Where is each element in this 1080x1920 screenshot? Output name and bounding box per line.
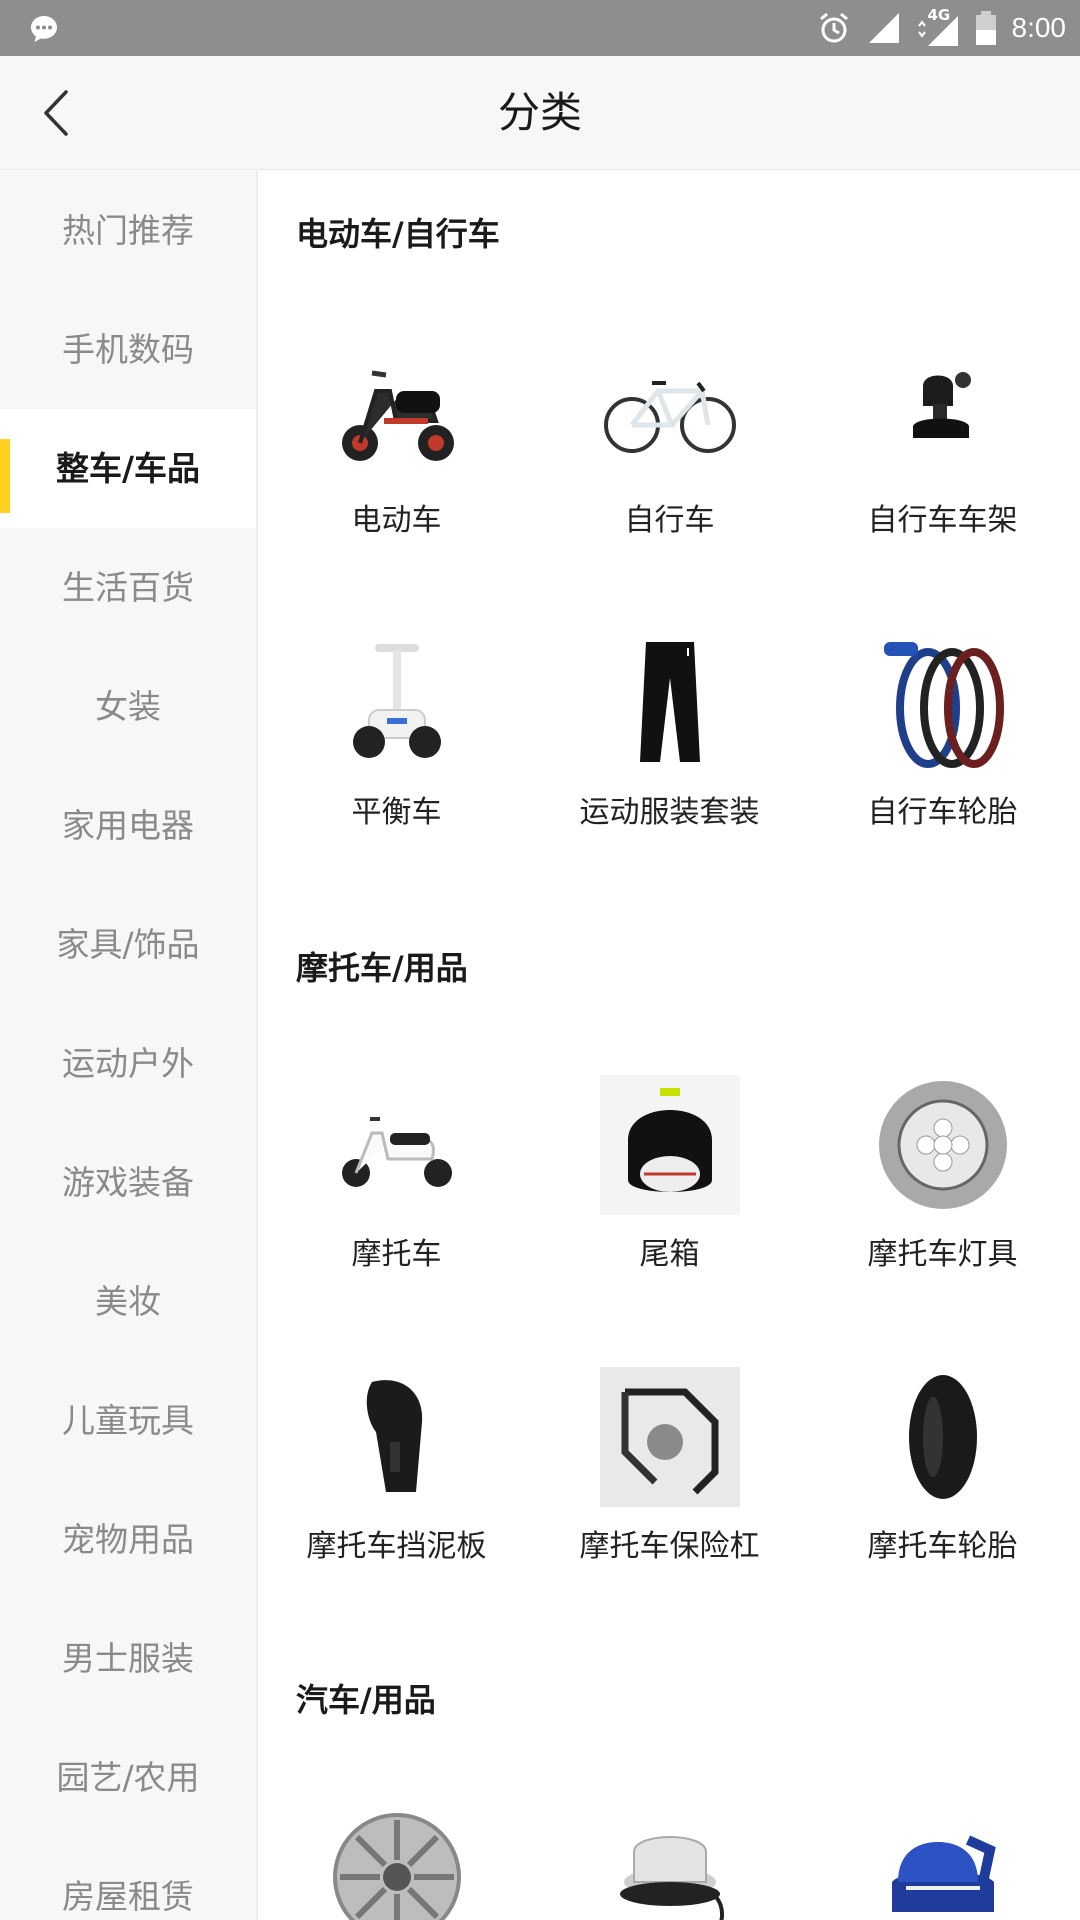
sidebar-item-garden[interactable]: 园艺/农用 bbox=[0, 1718, 256, 1837]
section-title: 汽车/用品 bbox=[296, 1681, 436, 1719]
page-title: 分类 bbox=[497, 88, 582, 137]
balance-scooter-icon bbox=[327, 633, 467, 773]
sidebar-item-pets[interactable]: 宠物用品 bbox=[0, 1480, 256, 1599]
category-item-label: 摩托车挡泥板 bbox=[306, 1529, 487, 1564]
category-item[interactable]: 摩托车轮胎 bbox=[806, 1367, 1079, 1565]
sidebar-item-phones[interactable]: 手机数码 bbox=[0, 290, 256, 409]
sidebar-item-rental[interactable]: 房屋租赁 bbox=[0, 1837, 256, 1920]
message-notification-icon bbox=[28, 13, 58, 43]
sport-pants-icon bbox=[600, 633, 740, 773]
sidebar-item-furniture[interactable]: 家具/饰品 bbox=[0, 885, 256, 1004]
category-item-label: 运动服装套装 bbox=[579, 795, 760, 830]
nav-header: 分类 bbox=[0, 56, 1080, 170]
category-item-label: 摩托车灯具 bbox=[867, 1237, 1018, 1272]
booster-seat-icon bbox=[873, 1807, 1013, 1920]
warning-light-icon bbox=[600, 1807, 740, 1920]
category-item[interactable] bbox=[533, 1807, 806, 1920]
sidebar-item-women[interactable]: 女装 bbox=[0, 647, 256, 766]
category-item[interactable]: 摩托车挡泥板 bbox=[260, 1367, 533, 1565]
category-item-label: 电动车 bbox=[351, 503, 442, 538]
active-indicator bbox=[0, 439, 10, 513]
category-item[interactable]: 电动车 bbox=[260, 341, 533, 539]
category-item[interactable]: 自行车车架 bbox=[806, 341, 1079, 539]
category-item-label: 摩托车 bbox=[351, 1237, 442, 1272]
motorcycle-tire-icon bbox=[873, 1367, 1013, 1507]
sidebar-item-daily[interactable]: 生活百货 bbox=[0, 528, 256, 647]
alarm-icon bbox=[816, 10, 852, 46]
sidebar-item-appliances[interactable]: 家用电器 bbox=[0, 766, 256, 885]
sidebar-item-hot[interactable]: 热门推荐 bbox=[0, 171, 256, 290]
network-type: 4G bbox=[927, 6, 951, 24]
category-item[interactable]: 平衡车 bbox=[260, 633, 533, 831]
bicycle-icon bbox=[600, 341, 740, 481]
category-item-label: 自行车轮胎 bbox=[867, 795, 1018, 830]
network-4g-icon: 4G bbox=[916, 6, 960, 48]
status-bar: 4G 8:00 bbox=[0, 0, 1080, 56]
mudguard-icon bbox=[327, 1367, 467, 1507]
category-item[interactable]: 摩托车保险杠 bbox=[533, 1367, 806, 1565]
category-item[interactable]: 自行车 bbox=[533, 341, 806, 539]
motorcycle-light-icon bbox=[873, 1075, 1013, 1215]
category-content: 电动车/自行车 电动车 自行车 自行车车架 平衡车 运动服装套装 自行车轮胎 摩… bbox=[260, 171, 1080, 1920]
battery-icon bbox=[974, 10, 998, 46]
category-item-label: 尾箱 bbox=[639, 1237, 700, 1272]
hubcap-icon bbox=[327, 1807, 467, 1920]
signal-icon bbox=[866, 10, 902, 46]
electric-scooter-icon bbox=[327, 341, 467, 481]
top-case-icon bbox=[599, 1075, 740, 1215]
category-item[interactable]: 摩托车灯具 bbox=[806, 1075, 1079, 1273]
category-item-label: 摩托车轮胎 bbox=[867, 1529, 1018, 1564]
motor-scooter-icon bbox=[327, 1075, 467, 1215]
category-item[interactable] bbox=[260, 1807, 533, 1920]
section-title: 摩托车/用品 bbox=[296, 949, 468, 987]
category-item-label: 自行车车架 bbox=[867, 503, 1018, 538]
category-item[interactable]: 运动服装套装 bbox=[533, 633, 806, 831]
sidebar-item-label: 整车/车品 bbox=[55, 449, 201, 488]
category-item-label: 平衡车 bbox=[351, 795, 442, 830]
category-item[interactable]: 自行车轮胎 bbox=[806, 633, 1079, 831]
category-item-label: 自行车 bbox=[624, 503, 715, 538]
category-item[interactable] bbox=[806, 1807, 1079, 1920]
category-sidebar: 热门推荐 手机数码 整车/车品 生活百货 女装 家用电器 家具/饰品 运动户外 … bbox=[0, 171, 258, 1920]
bumper-bar-icon bbox=[599, 1367, 740, 1507]
sidebar-item-beauty[interactable]: 美妆 bbox=[0, 1242, 256, 1361]
sidebar-item-vehicles[interactable]: 整车/车品 bbox=[0, 409, 256, 528]
sidebar-item-men[interactable]: 男士服装 bbox=[0, 1599, 256, 1718]
sidebar-item-outdoor[interactable]: 运动户外 bbox=[0, 1004, 256, 1123]
category-item-label: 摩托车保险杠 bbox=[579, 1529, 760, 1564]
sidebar-item-games[interactable]: 游戏装备 bbox=[0, 1123, 256, 1242]
bike-mount-icon bbox=[873, 341, 1013, 481]
category-item[interactable]: 尾箱 bbox=[533, 1075, 806, 1273]
sidebar-item-toys[interactable]: 儿童玩具 bbox=[0, 1361, 256, 1480]
section-title: 电动车/自行车 bbox=[296, 215, 500, 253]
bike-tire-icon bbox=[873, 633, 1013, 773]
clock: 8:00 bbox=[1011, 12, 1067, 43]
category-item[interactable]: 摩托车 bbox=[260, 1075, 533, 1273]
